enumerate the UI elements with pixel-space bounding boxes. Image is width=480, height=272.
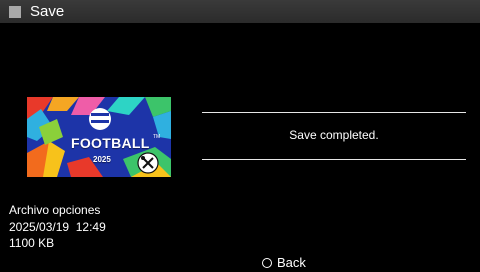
status-message: Save completed.	[289, 128, 379, 142]
thumbnail-year-text: 2025	[93, 155, 111, 164]
save-datetime: 2025/03/19 12:49	[9, 219, 106, 234]
save-name: Archivo opciones	[9, 203, 101, 217]
title-bar: Save	[0, 0, 480, 23]
circle-button-icon	[262, 257, 272, 268]
window-title: Save	[30, 3, 65, 20]
save-info: Archivo opciones 2025/03/19 12:49 1100 K…	[9, 202, 106, 252]
message-divider-top	[202, 112, 466, 113]
thumbnail-logo-text: FOOTBALL	[71, 135, 150, 151]
efootball-emblem	[89, 108, 111, 130]
thumbnail-tm-text: TM	[153, 134, 161, 140]
square-icon	[9, 5, 21, 18]
back-label: Back	[277, 255, 306, 270]
back-button[interactable]: Back	[262, 255, 306, 270]
message-divider-bottom	[202, 159, 466, 160]
tools-icon	[137, 152, 159, 174]
save-thumbnail: FOOTBALL 2025 TM	[27, 97, 171, 177]
save-size: 1100 KB	[9, 236, 55, 250]
